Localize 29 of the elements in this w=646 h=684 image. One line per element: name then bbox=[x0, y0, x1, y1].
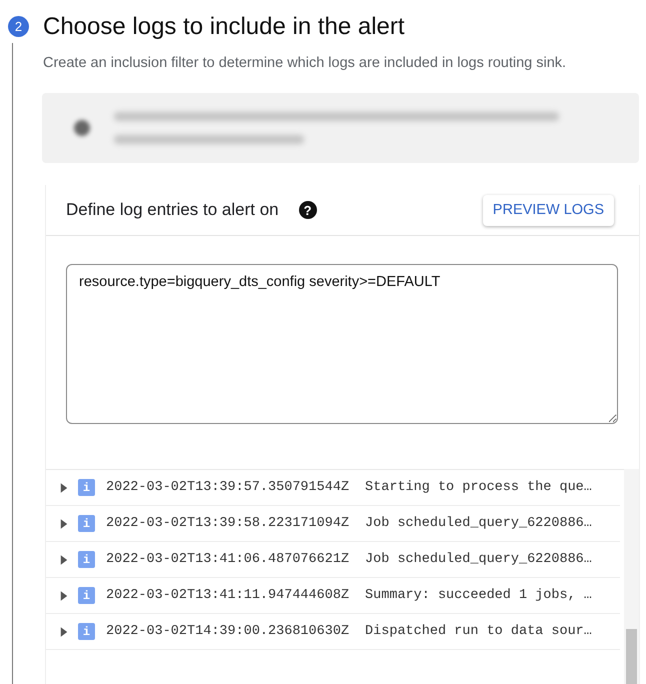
log-message: Starting to process the que… bbox=[365, 480, 592, 495]
log-message: Summary: succeeded 1 jobs, … bbox=[365, 588, 592, 603]
section-description: Create an inclusion filter to determine which logs are included in logs routing sink. bbox=[43, 55, 568, 71]
expand-caret-icon[interactable] bbox=[60, 590, 68, 602]
step-number: 2 bbox=[8, 16, 29, 37]
query-field[interactable]: resource.type=bigquery_dts_config severity>=DEFAULT bbox=[66, 264, 618, 424]
scrollbar[interactable] bbox=[624, 469, 639, 684]
severity-badge: i bbox=[78, 479, 95, 496]
severity-badge: i bbox=[78, 623, 95, 640]
log-timestamp: 2022-03-02T13:39:58.223171094Z bbox=[106, 516, 350, 531]
log-message: Job scheduled_query_6220886… bbox=[365, 516, 592, 531]
expand-caret-icon[interactable] bbox=[60, 518, 68, 530]
severity-badge: i bbox=[78, 587, 95, 604]
preview-logs-button[interactable]: PREVIEW LOGS bbox=[482, 194, 614, 226]
card-title: Define log entries to alert on bbox=[66, 200, 279, 220]
log-timestamp: 2022-03-02T13:39:57.350791544Z bbox=[106, 480, 350, 495]
help-icon[interactable]: ? bbox=[298, 201, 317, 219]
log-message: Job scheduled_query_6220886… bbox=[365, 552, 592, 567]
log-message: Dispatched run to data sour… bbox=[365, 624, 592, 639]
expand-caret-icon[interactable] bbox=[60, 482, 68, 494]
blurred-icon bbox=[74, 120, 90, 136]
log-timestamp: 2022-03-02T14:39:00.236810630Z bbox=[106, 624, 350, 639]
expand-caret-icon[interactable] bbox=[60, 626, 68, 638]
section-title: Choose logs to include in the alert bbox=[42, 12, 406, 42]
expand-caret-icon[interactable] bbox=[60, 554, 68, 566]
severity-badge: i bbox=[78, 551, 95, 568]
log-timestamp: 2022-03-02T13:41:11.947444608Z bbox=[106, 588, 350, 603]
severity-badge: i bbox=[78, 515, 95, 532]
log-timestamp: 2022-03-02T13:41:06.487076621Z bbox=[106, 552, 350, 567]
